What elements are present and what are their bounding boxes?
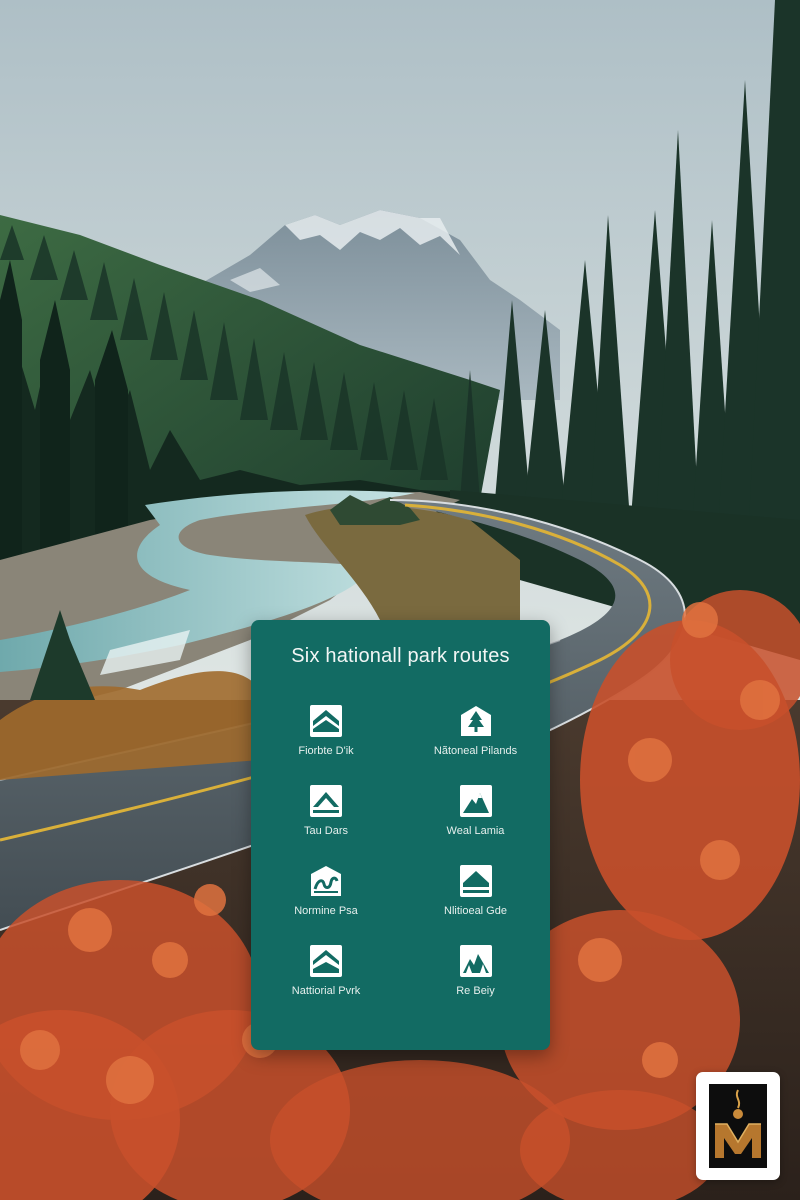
route-label: Tau Dars (303, 825, 349, 837)
logo-mark (709, 1084, 767, 1168)
route-label: Normine Psa (294, 905, 358, 917)
forest-peak-icon (459, 945, 492, 977)
brand-logo (696, 1072, 780, 1180)
route-label: Fiorbte D'ik (298, 745, 354, 757)
park-routes-card: Six hationall park routes Fiorbte D'ik N… (251, 620, 550, 1050)
route-label: Re Beiy (456, 985, 495, 997)
route-item[interactable]: Nlitioeal Gde (401, 865, 550, 945)
mountain-chevron-icon (459, 865, 492, 897)
route-item[interactable]: Normine Psa (251, 865, 401, 945)
mountain-peak-icon (459, 785, 492, 817)
route-label: Weal Lamia (446, 825, 505, 837)
route-label: Nattiorial Pvrk (291, 985, 361, 997)
route-label: Nãtoneal Pilands (433, 745, 518, 757)
m-monogram-icon (715, 1089, 761, 1158)
route-label: Nlitioeal Gde (444, 905, 507, 917)
mountain-chevron-icon (310, 785, 342, 817)
route-item[interactable]: Re Beiy (401, 945, 550, 1025)
tree-badge-icon (460, 706, 491, 736)
route-item[interactable]: Nattiorial Pvrk (251, 945, 401, 1025)
mountain-chevron-icon (310, 945, 342, 977)
mountain-chevron-icon (310, 705, 342, 737)
card-title: Six hationall park routes (291, 645, 510, 667)
winding-road-icon (311, 866, 341, 896)
route-item[interactable]: Weal Lamia (401, 785, 550, 865)
route-item[interactable]: Fiorbte D'ik (251, 705, 401, 785)
route-grid: Fiorbte D'ik Nãtoneal Pilands Tau Dars W… (251, 705, 550, 1025)
route-item[interactable]: Nãtoneal Pilands (401, 705, 550, 785)
route-item[interactable]: Tau Dars (251, 785, 401, 865)
